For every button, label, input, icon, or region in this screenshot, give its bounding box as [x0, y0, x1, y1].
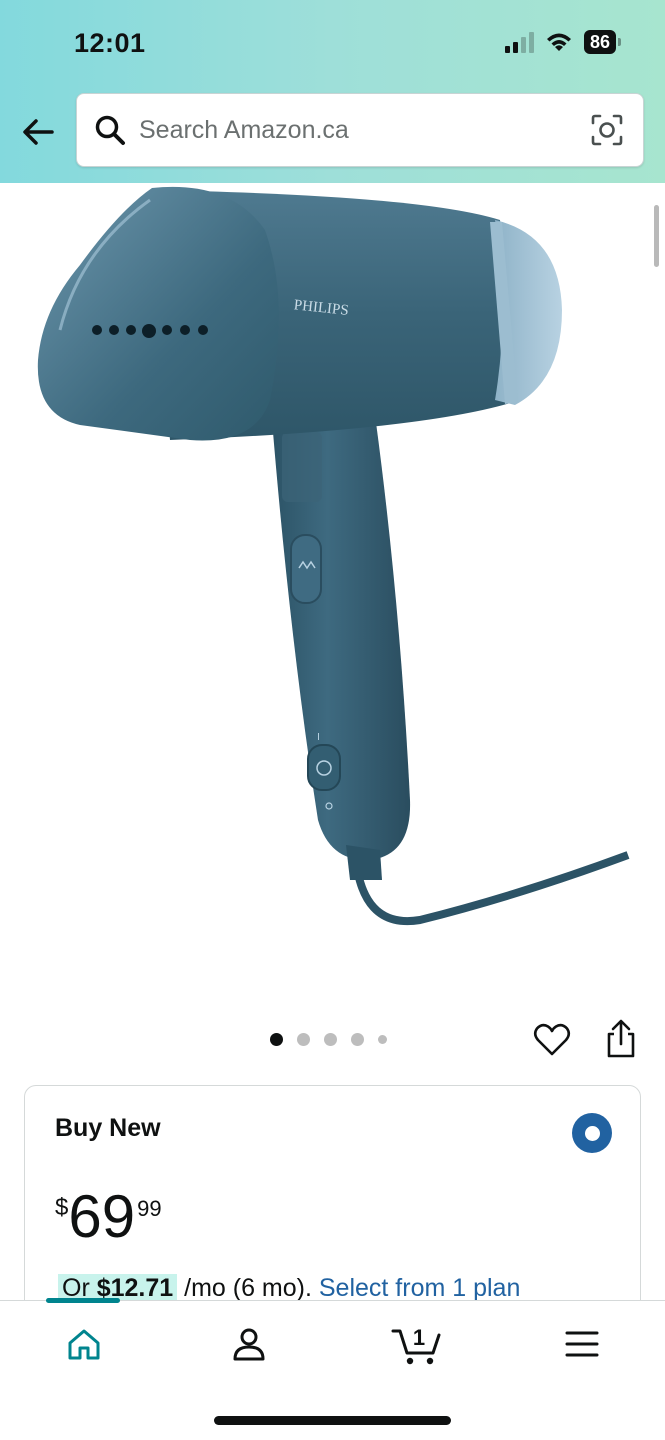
monthly-payment-text: Or $12.71 /mo (6 mo). Select from 1 plan	[58, 1274, 520, 1303]
search-bar[interactable]	[76, 93, 644, 167]
buy-new-radio[interactable]	[572, 1113, 612, 1153]
cart-icon: 1	[391, 1325, 441, 1365]
nav-home[interactable]	[54, 1319, 114, 1369]
menu-icon	[565, 1331, 599, 1357]
buy-new-title: Buy New	[55, 1114, 161, 1142]
camera-search-icon[interactable]	[589, 112, 625, 148]
pagination-dot[interactable]	[270, 1033, 283, 1046]
header-bar: 12:01 86	[0, 0, 665, 183]
select-plan-link[interactable]: Select from 1 plan	[319, 1274, 521, 1302]
price-symbol: $	[55, 1194, 69, 1221]
product-image-gallery[interactable]: I PHILIPS	[0, 183, 665, 1013]
product-image[interactable]: I PHILIPS	[0, 183, 665, 1013]
nav-cart[interactable]: 1	[385, 1319, 449, 1369]
pagination-dot[interactable]	[351, 1033, 364, 1046]
account-icon	[233, 1328, 265, 1361]
home-indicator	[214, 1416, 451, 1425]
pagination-dot[interactable]	[324, 1033, 337, 1046]
nav-account[interactable]	[219, 1319, 279, 1369]
battery-level: 86	[583, 30, 616, 54]
nav-menu[interactable]	[552, 1319, 612, 1369]
wifi-icon	[546, 33, 571, 51]
pagination-dot[interactable]	[297, 1033, 310, 1046]
share-icon[interactable]	[602, 1018, 640, 1060]
back-arrow-icon[interactable]	[18, 112, 58, 152]
search-icon	[95, 115, 125, 145]
svg-text:I: I	[317, 732, 320, 743]
cart-count: 1	[413, 1325, 425, 1350]
image-pagination[interactable]	[270, 1033, 387, 1046]
battery-icon: 86	[583, 30, 621, 54]
monthly-terms: /mo (6 mo).	[177, 1274, 319, 1302]
price-fraction: 99	[137, 1196, 162, 1221]
status-indicators: 86	[504, 30, 621, 54]
pagination-dot[interactable]	[378, 1035, 387, 1044]
nav-active-indicator	[46, 1298, 120, 1303]
cellular-signal-icon	[504, 31, 534, 53]
price: $ 69 99	[55, 1182, 162, 1252]
status-time: 12:01	[74, 28, 146, 58]
home-icon	[68, 1329, 100, 1360]
price-whole: 69	[68, 1183, 136, 1250]
search-input[interactable]	[139, 115, 589, 145]
heart-icon[interactable]	[532, 1020, 572, 1060]
scroll-indicator	[654, 205, 659, 267]
